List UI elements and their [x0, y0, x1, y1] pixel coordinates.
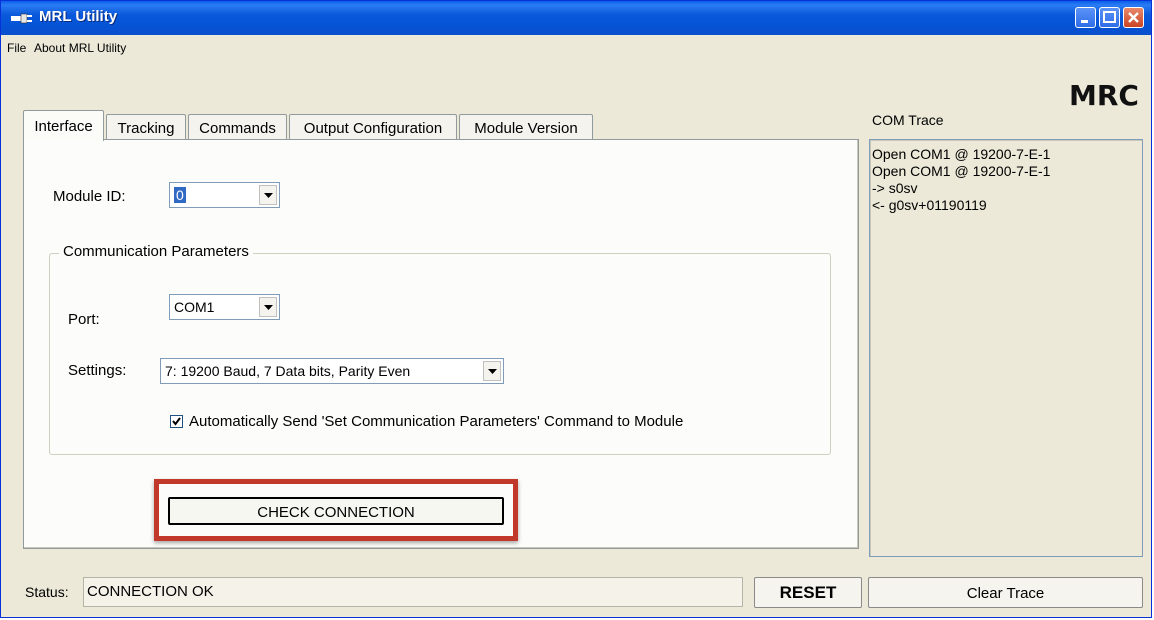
- tab-tracking[interactable]: Tracking: [106, 114, 186, 140]
- module-id-value: 0: [174, 187, 186, 203]
- com-trace-title: COM Trace: [872, 112, 944, 128]
- chevron-down-icon: [264, 193, 273, 198]
- tab-commands[interactable]: Commands: [188, 114, 287, 140]
- close-icon: [1128, 12, 1139, 23]
- settings-value: 7: 19200 Baud, 7 Data bits, Parity Even: [165, 363, 411, 379]
- window-title: MRL Utility: [39, 8, 118, 25]
- trace-line: <- g0sv+01190119: [872, 197, 987, 213]
- dropdown-button[interactable]: [483, 361, 501, 381]
- app-window: MRL Utility File About MRL Utility MRC I…: [0, 0, 1152, 618]
- status-field: CONNECTION OK: [83, 577, 743, 607]
- minimize-button[interactable]: [1075, 7, 1096, 28]
- auto-send-checkbox[interactable]: [170, 415, 183, 428]
- com-trace-log[interactable]: Open COM1 @ 19200-7-E-1 Open COM1 @ 1920…: [869, 139, 1143, 557]
- checkmark-icon: [172, 417, 181, 426]
- trace-line: -> s0sv: [872, 180, 918, 196]
- chevron-down-icon: [488, 369, 497, 374]
- auto-send-label[interactable]: Automatically Send 'Set Communication Pa…: [189, 413, 683, 430]
- port-label: Port:: [68, 311, 100, 328]
- title-bar[interactable]: MRL Utility: [1, 1, 1151, 35]
- chevron-down-icon: [264, 305, 273, 310]
- module-id-select[interactable]: 0: [169, 182, 280, 208]
- dropdown-button[interactable]: [259, 185, 277, 205]
- close-button[interactable]: [1123, 7, 1144, 28]
- module-id-label: Module ID:: [53, 188, 126, 205]
- port-select[interactable]: COM1: [169, 294, 280, 320]
- clear-trace-button[interactable]: Clear Trace: [868, 577, 1143, 608]
- tab-module-version[interactable]: Module Version: [459, 114, 593, 140]
- maximize-button[interactable]: [1099, 7, 1120, 28]
- settings-select[interactable]: 7: 19200 Baud, 7 Data bits, Parity Even: [160, 358, 504, 384]
- trace-line: Open COM1 @ 19200-7-E-1: [872, 146, 1051, 162]
- reset-button[interactable]: RESET: [754, 577, 862, 608]
- tab-output-configuration[interactable]: Output Configuration: [289, 114, 457, 140]
- menu-file[interactable]: File: [7, 41, 26, 55]
- group-title: Communication Parameters: [59, 243, 253, 260]
- tab-interface[interactable]: Interface: [23, 110, 104, 141]
- dropdown-button[interactable]: [259, 297, 277, 317]
- trace-line: Open COM1 @ 19200-7-E-1: [872, 163, 1051, 179]
- port-value: COM1: [174, 299, 215, 315]
- minimize-icon: [1081, 20, 1088, 23]
- mrc-logo: MRC: [1069, 79, 1139, 112]
- status-label: Status:: [25, 584, 69, 600]
- menu-about[interactable]: About MRL Utility: [34, 41, 126, 55]
- menu-bar: File About MRL Utility: [1, 35, 1151, 61]
- maximize-icon: [1103, 11, 1116, 23]
- check-connection-button[interactable]: CHECK CONNECTION: [168, 497, 504, 525]
- plug-icon: [11, 13, 32, 24]
- settings-label: Settings:: [68, 362, 127, 379]
